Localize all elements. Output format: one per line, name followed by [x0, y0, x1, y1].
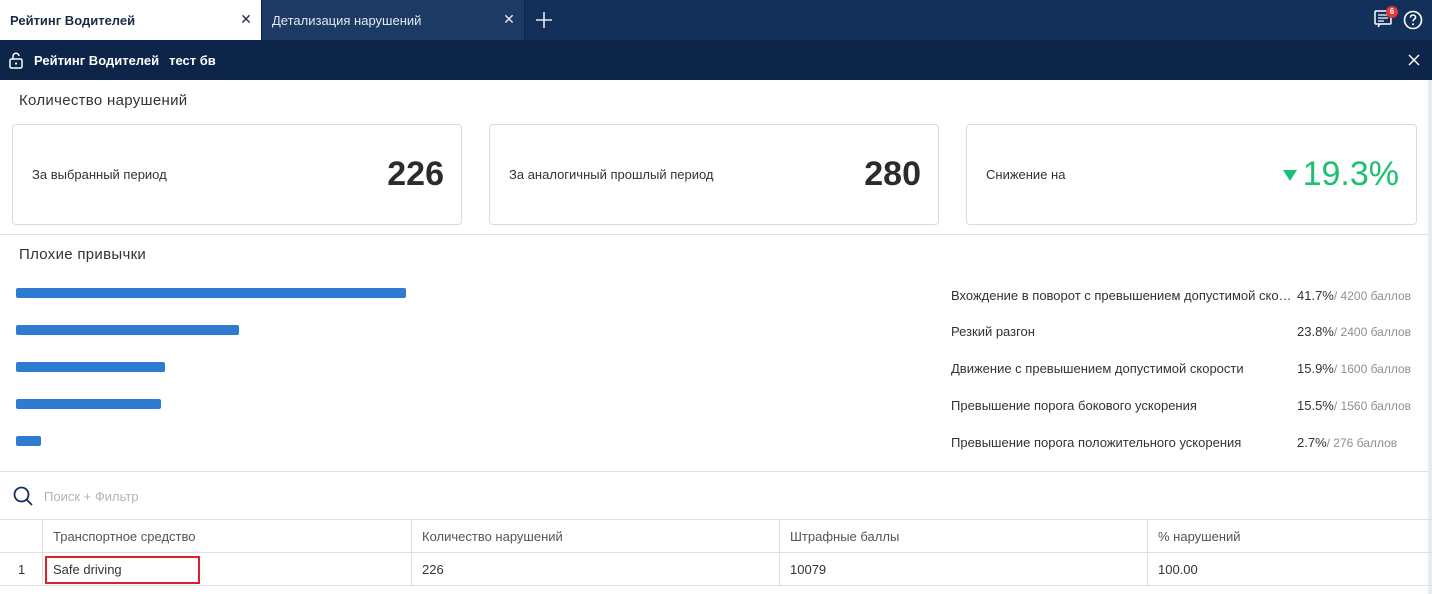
plus-icon: [536, 12, 552, 28]
habit-points: / 1560 баллов: [1333, 399, 1412, 413]
habit-label: Движение с превышением допустимой скорос…: [951, 361, 1244, 376]
card-label: За аналогичный прошлый период: [509, 167, 714, 182]
column-header-index[interactable]: [0, 520, 43, 553]
card-value: 19.3%: [1282, 155, 1399, 194]
toolbar-right: 6: [1372, 6, 1424, 32]
tab-label: Рейтинг Водителей: [10, 12, 136, 28]
search-icon[interactable]: [12, 485, 34, 507]
habit-percent: 23.8%: [1297, 324, 1334, 339]
report-title: Рейтинг Водителей: [34, 52, 160, 68]
cell-violations: 226: [412, 553, 780, 586]
habit-points: / 2400 баллов: [1333, 325, 1412, 339]
habit-value: 41.7%/ 4200 баллов: [1297, 288, 1411, 303]
habit-percent: 15.5%: [1297, 398, 1334, 413]
habit-bar: [16, 288, 406, 298]
habit-value: 15.9%/ 1600 баллов: [1297, 361, 1411, 376]
card-selected-period: За выбранный период 226: [12, 124, 462, 225]
habit-value: 2.7%/ 276 баллов: [1297, 435, 1397, 450]
habit-bar: [16, 325, 239, 335]
habit-value: 23.8%/ 2400 баллов: [1297, 324, 1411, 339]
cell-percent: 100.00: [1158, 562, 1198, 577]
close-tab-icon[interactable]: ✕: [502, 11, 516, 27]
unlock-icon[interactable]: [8, 51, 24, 69]
tab-driver-rating[interactable]: Рейтинг Водителей ✕: [0, 0, 261, 40]
cell-penalty: 10079: [780, 553, 1148, 586]
decrease-value: 19.3%: [1302, 155, 1399, 193]
messages-button[interactable]: 6: [1372, 6, 1398, 32]
habit-points: / 4200 баллов: [1333, 289, 1412, 303]
report-header: Рейтинг Водителей тест бв: [0, 40, 1432, 80]
habit-label: Превышение порога положительного ускорен…: [951, 435, 1242, 450]
habit-percent: 15.9%: [1297, 361, 1334, 376]
card-label: За выбранный период: [32, 167, 167, 182]
row-index: 1: [0, 553, 43, 586]
search-input[interactable]: [44, 486, 644, 506]
habit-label: Вхождение в поворот с превышением допуст…: [951, 288, 1295, 303]
help-button[interactable]: [1402, 9, 1424, 31]
scrollbar[interactable]: [1428, 80, 1432, 594]
divider: [0, 234, 1428, 235]
habit-bar: [16, 362, 165, 372]
card-value: 280: [864, 155, 921, 193]
card-decrease: Снижение на 19.3%: [966, 124, 1417, 225]
card-previous-period: За аналогичный прошлый период 280: [489, 124, 939, 225]
tab-label: Детализация нарушений: [272, 12, 422, 28]
column-header-violations[interactable]: Количество нарушений: [412, 520, 780, 553]
table-header: Транспортное средство Количество нарушен…: [0, 520, 1432, 553]
help-icon: [1403, 10, 1423, 30]
habit-points: / 276 баллов: [1326, 436, 1398, 450]
tab-bar: Рейтинг Водителей ✕ Детализация нарушени…: [0, 0, 1432, 40]
habit-label: Резкий разгон: [951, 324, 1035, 339]
violations-title: Количество нарушений: [19, 92, 188, 109]
vehicles-table: Транспортное средство Количество нарушен…: [0, 519, 1432, 586]
column-header-penalty[interactable]: Штрафные баллы: [780, 520, 1148, 553]
search-bar: [0, 472, 1428, 520]
tab-violation-details[interactable]: Детализация нарушений ✕: [261, 0, 525, 40]
habit-bar: [16, 399, 161, 409]
column-header-vehicle[interactable]: Транспортное средство: [43, 520, 412, 553]
close-icon[interactable]: [1406, 52, 1422, 68]
arrow-down-icon: [1282, 170, 1297, 181]
card-label: Снижение на: [986, 167, 1066, 182]
messages-badge: 6: [1386, 6, 1398, 18]
report-subtitle: тест бв: [169, 52, 216, 68]
habits-title: Плохие привычки: [19, 246, 147, 263]
new-tab-button[interactable]: [525, 0, 563, 40]
table-row[interactable]: 1 Safe driving 226 10079 100.00: [0, 553, 1432, 586]
selection-highlight: [45, 556, 200, 584]
column-header-percent[interactable]: % нарушений: [1148, 520, 1432, 553]
habit-label: Превышение порога бокового ускорения: [951, 398, 1197, 413]
habit-value: 15.5%/ 1560 баллов: [1297, 398, 1411, 413]
habit-bar: [16, 436, 41, 446]
habit-percent: 41.7%: [1297, 288, 1334, 303]
card-value: 226: [387, 155, 444, 193]
habit-percent: 2.7%: [1297, 435, 1327, 450]
habit-points: / 1600 баллов: [1333, 362, 1412, 376]
close-tab-icon[interactable]: ✕: [239, 11, 253, 27]
